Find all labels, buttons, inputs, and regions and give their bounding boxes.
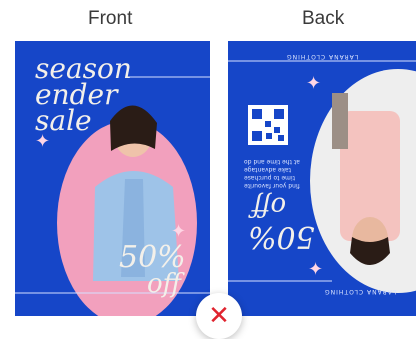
back-discount: 50% — [248, 219, 315, 254]
front-design-card[interactable]: season ender sale ✦ ✦ 50% off — [15, 41, 210, 316]
back-brand-bottom: LARANA CLOTHING — [324, 288, 397, 295]
back-fine-line: time to purchase — [244, 174, 295, 181]
back-off-text: off — [252, 191, 287, 221]
sparkle-icon: ✦ — [171, 221, 187, 242]
back-design-card[interactable]: LARANA CLOTHING LARANA CLOTHING at the t… — [228, 41, 416, 316]
back-brand-top: LARANA CLOTHING — [286, 53, 359, 60]
sparkle-icon: ✦ — [306, 73, 322, 94]
back-fine-line: take advantage — [244, 166, 291, 173]
sparkle-icon: ✦ — [308, 259, 324, 280]
close-icon: ✕ — [208, 301, 230, 331]
back-label: Back — [302, 8, 345, 29]
remove-button[interactable]: ✕ — [196, 293, 242, 339]
front-off-text: off — [147, 269, 182, 299]
back-fine-line: find your favourite — [244, 182, 300, 189]
sparkle-icon: ✦ — [35, 131, 51, 152]
back-fine-line: at the time and do — [244, 158, 300, 165]
front-label: Front — [88, 8, 133, 29]
